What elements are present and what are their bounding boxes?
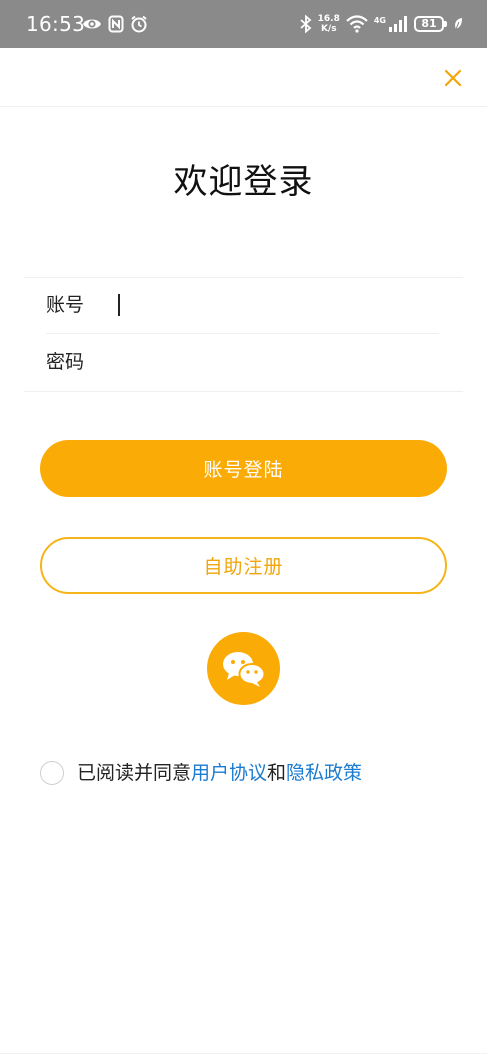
agreement-prefix: 已阅读并同意 <box>77 762 192 784</box>
battery-icon: 81 <box>414 16 447 32</box>
agreement-checkbox[interactable] <box>40 761 64 785</box>
wechat-icon <box>222 651 265 687</box>
form-divider-bottom <box>24 391 463 392</box>
status-left-icons <box>82 12 148 36</box>
close-button[interactable] <box>439 64 467 92</box>
status-time: 16:53 <box>26 12 86 36</box>
text-cursor <box>118 294 120 316</box>
form-divider-middle <box>46 333 439 334</box>
account-label: 账号 <box>46 294 85 316</box>
agreement-text: 已阅读并同意用户协议和隐私政策 <box>77 760 362 786</box>
leaf-icon <box>455 18 462 30</box>
privacy-policy-link[interactable]: 隐私政策 <box>286 762 362 784</box>
net-speed-value: 16.8 <box>317 14 340 24</box>
login-button-label: 账号登陆 <box>203 459 284 481</box>
agreement-conjunction: 和 <box>267 762 287 784</box>
wechat-login-button[interactable] <box>207 632 280 705</box>
network-type: 4G <box>373 15 386 25</box>
net-speed: 16.8 K/s <box>318 14 340 34</box>
eye-icon <box>83 19 101 29</box>
close-icon <box>444 69 462 87</box>
bluetooth-icon <box>300 15 312 33</box>
nfc-icon <box>108 15 124 33</box>
login-button[interactable]: 账号登陆 <box>40 440 447 497</box>
password-label: 密码 <box>46 351 85 373</box>
register-button[interactable]: 自助注册 <box>40 537 447 594</box>
header-bar <box>0 48 487 107</box>
status-bar: 16:53 16.8 K/s 4G 81 <box>0 0 487 48</box>
battery-level: 81 <box>421 17 437 30</box>
signal-icon <box>389 16 407 32</box>
form-divider-top <box>24 277 463 278</box>
agreement-row: 已阅读并同意用户协议和隐私政策 <box>40 758 362 788</box>
register-button-label: 自助注册 <box>203 556 284 578</box>
net-speed-unit: K/s <box>320 24 337 34</box>
status-right: 16.8 K/s 4G 81 <box>300 10 463 38</box>
wifi-icon <box>346 15 368 33</box>
user-agreement-link[interactable]: 用户协议 <box>191 762 267 784</box>
page-title: 欢迎登录 <box>173 162 314 202</box>
alarm-icon <box>131 15 147 33</box>
account-input[interactable] <box>112 290 432 320</box>
password-input[interactable] <box>112 347 432 377</box>
